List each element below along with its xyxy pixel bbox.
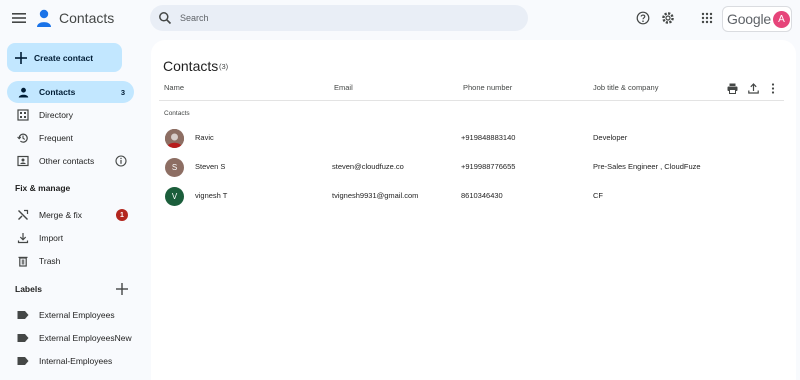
export-icon (747, 82, 759, 94)
main-menu-button[interactable] (9, 8, 29, 28)
merge-fix-icon (17, 209, 29, 221)
table-row[interactable]: Ravic +919848883140 Developer (151, 125, 796, 151)
export-button[interactable] (747, 82, 759, 94)
create-contact-label: Create contact (34, 52, 94, 63)
fix-manage-heading: Fix & manage (15, 183, 71, 193)
photo-avatar-icon (165, 129, 184, 148)
apps-grid-icon (701, 12, 713, 24)
sidebar-label-external-employees-new[interactable]: External EmployeesNew (7, 327, 134, 349)
contact-name: Ravic (195, 133, 214, 142)
column-header-phone[interactable]: Phone number (463, 83, 512, 92)
sidebar-item-label: External EmployeesNew (39, 333, 132, 343)
google-logo: Google (727, 11, 771, 27)
sidebar-item-label: Directory (39, 110, 74, 120)
sidebar-item-label: Frequent (39, 133, 74, 143)
column-header-job[interactable]: Job title & company (593, 83, 658, 92)
contact-phone: 8610346430 (461, 191, 503, 200)
import-icon (17, 232, 29, 244)
avatar: V (165, 187, 184, 206)
help-button[interactable] (635, 10, 651, 26)
sidebar-item-label: Trash (39, 256, 61, 266)
header-divider (159, 100, 784, 101)
sidebar-item-label: Merge & fix (39, 210, 82, 220)
avatar: S (165, 158, 184, 177)
sidebar-label-internal-employees[interactable]: Internal-Employees (7, 350, 134, 372)
plus-icon (15, 51, 27, 64)
add-label-icon[interactable] (115, 282, 129, 296)
history-icon (17, 132, 29, 144)
other-contacts-icon (17, 155, 29, 167)
sidebar-item-label: Internal-Employees (39, 356, 113, 366)
contacts-list-panel: Contacts (3) Name Email Phone number Job… (151, 40, 796, 380)
labels-heading: Labels (15, 284, 42, 294)
sidebar-item-contacts[interactable]: Contacts 3 (7, 81, 134, 103)
apps-button[interactable] (699, 10, 715, 26)
contact-name: vignesh T (195, 191, 228, 200)
contact-job: Developer (593, 133, 628, 142)
contacts-count: 3 (120, 87, 125, 97)
sidebar-item-label: Other contacts (39, 156, 95, 166)
directory-icon (17, 109, 29, 121)
table-row[interactable]: V vignesh T tvignesh9931@gmail.com 86103… (151, 183, 796, 209)
contact-name: Steven S (195, 162, 226, 171)
label-icon (17, 355, 29, 367)
search-icon[interactable] (158, 11, 172, 25)
page-title: Contacts (163, 58, 219, 74)
column-header-name[interactable]: Name (164, 83, 184, 92)
contacts-logo-icon[interactable] (36, 8, 52, 28)
info-icon[interactable] (115, 155, 127, 167)
sidebar-item-trash[interactable]: Trash (7, 250, 134, 272)
search-input[interactable] (180, 13, 500, 23)
print-icon (727, 83, 737, 94)
app-title[interactable]: Contacts (59, 10, 114, 26)
contact-phone: +919848883140 (461, 133, 516, 142)
create-contact-button[interactable]: Create contact (7, 43, 122, 72)
sidebar-item-frequent[interactable]: Frequent (7, 127, 134, 149)
help-icon (636, 11, 650, 25)
account-avatar[interactable]: A (773, 11, 790, 28)
gear-icon (662, 12, 674, 24)
person-icon (17, 86, 29, 98)
sidebar-item-merge-fix[interactable]: Merge & fix 1 (7, 204, 134, 226)
sidebar-item-label: External Employees (39, 310, 115, 320)
contact-job: CF (593, 191, 603, 200)
sidebar-item-import[interactable]: Import (7, 227, 134, 249)
trash-icon (17, 255, 29, 267)
contacts-section-label: Contacts (164, 110, 190, 117)
sidebar-label-external-employees[interactable]: External Employees (7, 304, 134, 326)
more-options-button[interactable] (767, 82, 779, 94)
column-header-email[interactable]: Email (334, 83, 353, 92)
contact-phone: +919988776655 (461, 162, 516, 171)
contact-email: tvignesh9931@gmail.com (332, 191, 419, 200)
search-bar[interactable] (150, 5, 528, 31)
print-button[interactable] (726, 82, 738, 94)
app-header: Contacts Google A (0, 0, 800, 38)
more-vert-icon (771, 82, 775, 94)
settings-button[interactable] (660, 10, 676, 26)
sidebar-item-other-contacts[interactable]: Other contacts (7, 150, 134, 172)
label-icon (17, 332, 29, 344)
contact-email: steven@cloudfuze.co (332, 162, 404, 171)
page-count: (3) (219, 62, 229, 71)
sidebar-item-label: Import (39, 233, 64, 243)
google-account-box[interactable]: Google A (722, 6, 792, 32)
avatar (165, 129, 184, 148)
sidebar-item-directory[interactable]: Directory (7, 104, 134, 126)
sidebar-item-label: Contacts (39, 87, 76, 97)
label-icon (17, 309, 29, 321)
contact-job: Pre-Sales Engineer , CloudFuze (593, 162, 701, 171)
hamburger-icon (12, 13, 26, 23)
table-row[interactable]: S Steven S steven@cloudfuze.co +91998877… (151, 154, 796, 180)
merge-fix-badge: 1 (116, 209, 128, 221)
